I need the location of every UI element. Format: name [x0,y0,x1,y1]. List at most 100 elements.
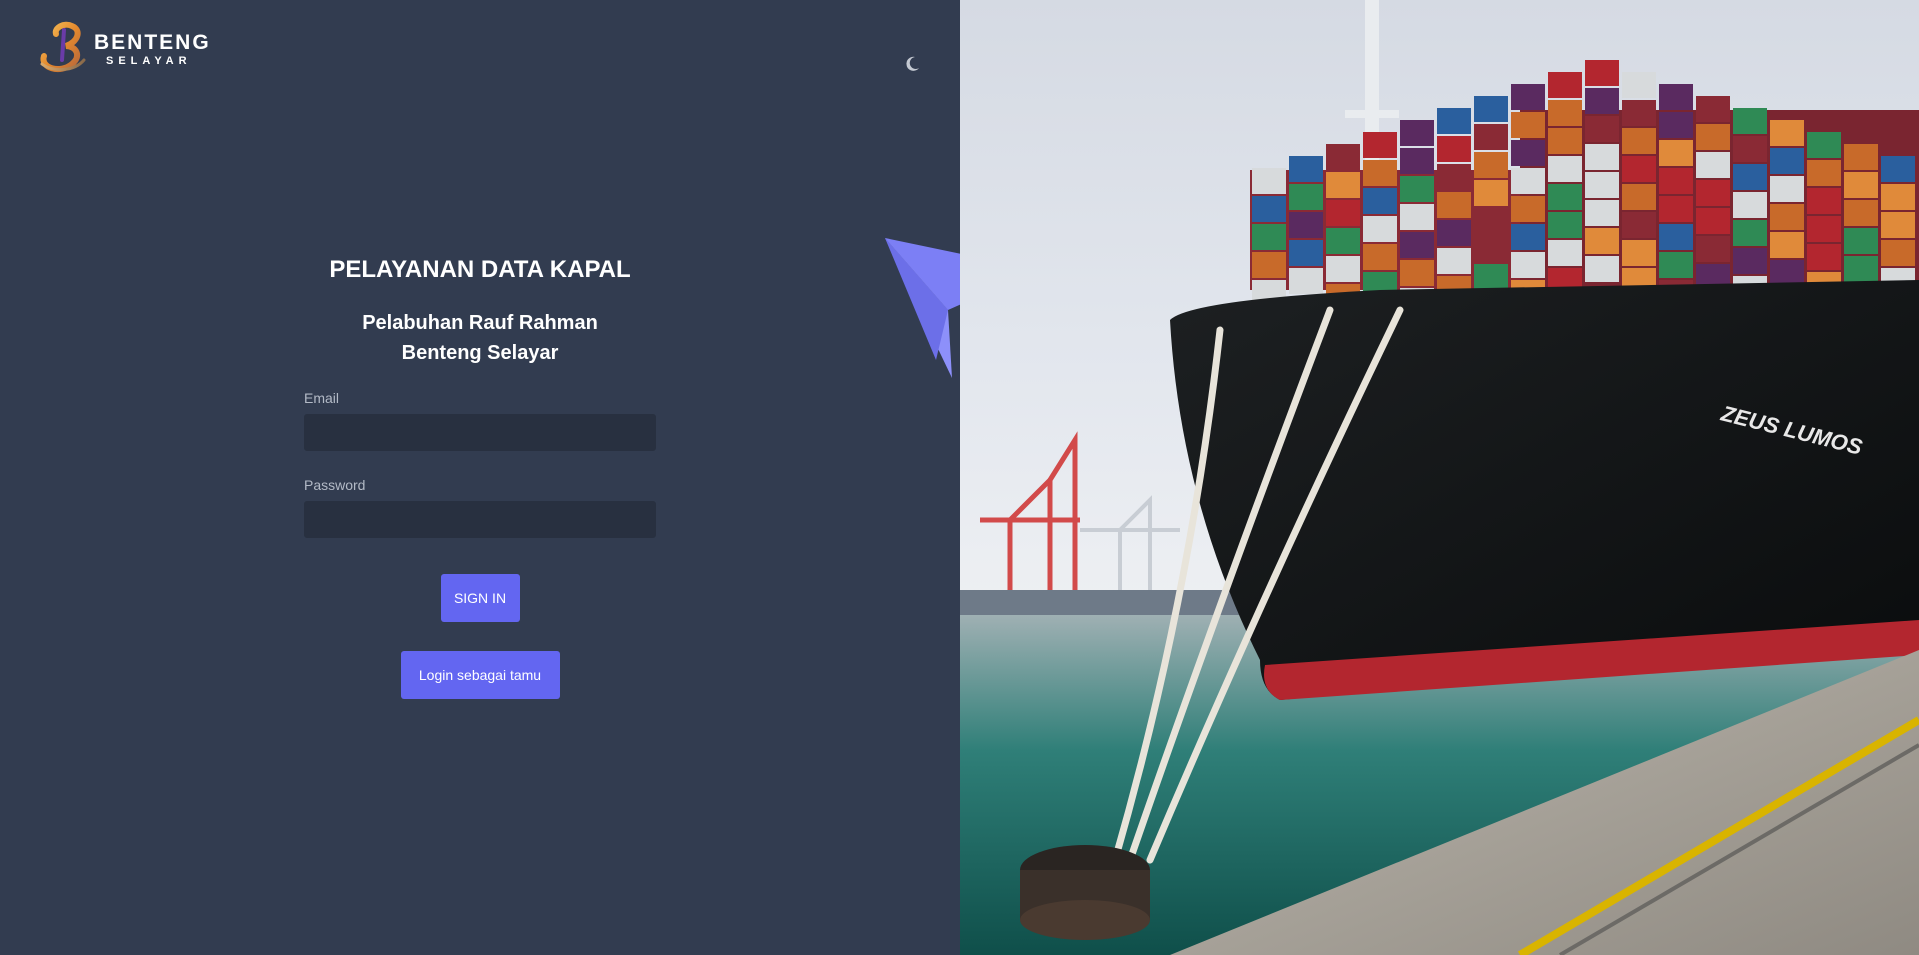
shipping-container [1326,200,1360,226]
shipping-container [1326,172,1360,198]
shipping-container [1733,136,1767,162]
theme-toggle-button[interactable] [898,50,926,76]
shipping-container [1622,100,1656,126]
logo-emblem-icon [40,21,86,73]
page-title: PELAYANAN DATA KAPAL [329,256,631,283]
shipping-container [1400,232,1434,258]
password-field[interactable] [304,501,656,538]
shipping-container [1770,148,1804,174]
email-label: Email [304,390,340,406]
sign-in-button[interactable]: SIGN IN [440,574,520,622]
shipping-container [1289,156,1323,182]
shipping-container [1363,244,1397,270]
shipping-container [1696,152,1730,178]
subtitle-line-1: Pelabuhan Rauf Rahman [362,312,598,334]
shipping-container [1844,228,1878,254]
shipping-container [1400,148,1434,174]
shipping-container [1548,72,1582,98]
shipping-container [1622,240,1656,266]
shipping-container [1289,240,1323,266]
shipping-container [1252,224,1286,250]
shipping-container [1511,84,1545,110]
brand-logo: BENTENG SELAYAR [38,20,211,76]
guest-login-button[interactable]: Login sebagai tamu [400,651,560,699]
shipping-container [1770,120,1804,146]
shipping-container [1252,196,1286,222]
shipping-container [1474,96,1508,122]
shipping-container [1844,200,1878,226]
shipping-container [1289,268,1323,294]
shipping-container [1437,220,1471,246]
shipping-container [1363,160,1397,186]
shipping-container [1548,128,1582,154]
shipping-container [1474,236,1508,262]
shipping-container [1585,144,1619,170]
shipping-container [1363,132,1397,158]
shipping-container [1770,260,1804,286]
shipping-container [1881,156,1915,182]
shipping-container [1881,212,1915,238]
shipping-container [1622,72,1656,98]
shipping-container [1511,224,1545,250]
shipping-container [1363,216,1397,242]
shipping-container [1548,212,1582,238]
shipping-container [1659,224,1693,250]
shipping-container [1289,184,1323,210]
shipping-container [1696,208,1730,234]
shipping-container [1844,172,1878,198]
shipping-container [1807,160,1841,186]
shipping-container [1659,252,1693,278]
shipping-container [1326,228,1360,254]
shipping-container [1511,168,1545,194]
shipping-container [1326,144,1360,170]
shipping-container [1400,204,1434,230]
shipping-container [1511,252,1545,278]
shipping-container [1807,188,1841,214]
shipping-container [1474,180,1508,206]
shipping-container [1548,156,1582,182]
email-field[interactable] [304,414,656,451]
login-form: PELAYANAN DATA KAPAL Pelabuhan Rauf Rahm… [304,250,656,699]
shipping-container [1585,88,1619,114]
shipping-container [1585,172,1619,198]
shipping-container [1326,256,1360,282]
brand-name: BENTENG [94,31,211,54]
login-panel: BENTENG SELAYAR PELAYANAN DATA KAPAL Pel… [0,0,960,955]
shipping-container [1400,176,1434,202]
shipping-container [1733,192,1767,218]
shipping-container [1733,108,1767,134]
shipping-container [1844,256,1878,282]
shipping-container [1696,124,1730,150]
shipping-container [1622,156,1656,182]
shipping-container [1585,200,1619,226]
shipping-container [1437,248,1471,274]
shipping-container [1474,264,1508,290]
shipping-container [1733,164,1767,190]
shipping-container [1474,208,1508,234]
subtitle-line-2: Benteng Selayar [401,342,559,364]
shipping-container [1252,252,1286,278]
shipping-container [1659,140,1693,166]
shipping-container [1363,188,1397,214]
shipping-container [1881,240,1915,266]
page-subtitle: Pelabuhan Rauf Rahman Benteng Selayar [304,308,656,368]
shipping-container [1807,244,1841,270]
hero-image: ZEUS LUMOS [960,0,1919,955]
shipping-container [1548,100,1582,126]
shipping-container [1400,260,1434,286]
shipping-container [1511,112,1545,138]
shipping-container [1289,212,1323,238]
shipping-container [1770,204,1804,230]
shipping-container [1548,184,1582,210]
shipping-container [1400,120,1434,146]
moon-icon [906,56,919,71]
shipping-container [1622,128,1656,154]
shipping-container [1696,236,1730,262]
shipping-container [1511,140,1545,166]
shipping-container [1585,228,1619,254]
shipping-container [1622,212,1656,238]
shipping-container [1585,60,1619,86]
shipping-container [1511,196,1545,222]
port-ship-illustration: ZEUS LUMOS [960,0,1919,955]
shipping-container [1659,168,1693,194]
